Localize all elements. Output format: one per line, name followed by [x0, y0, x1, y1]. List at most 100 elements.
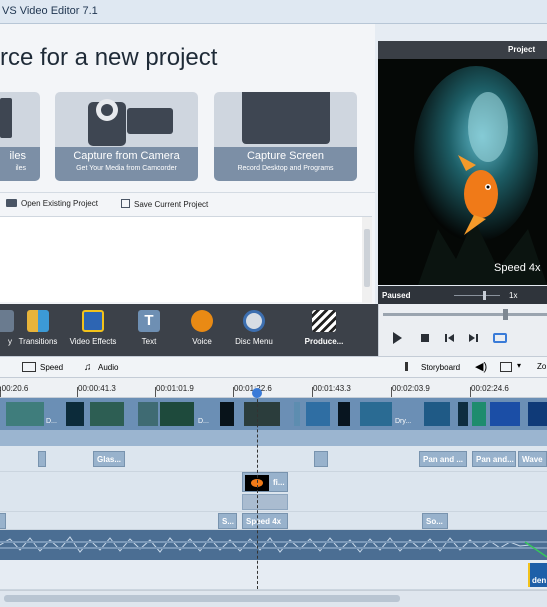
storyboard-button[interactable]: Storyboard	[405, 362, 460, 372]
toolbar-video-effects[interactable]: Video Effects	[68, 310, 118, 346]
overlay-clip-bar[interactable]	[242, 494, 288, 510]
toolbar-text[interactable]: T Text	[132, 310, 166, 346]
open-project-label: Open Existing Project	[21, 199, 98, 208]
playback-status: Paused	[382, 291, 411, 300]
toolbar-produce[interactable]: Produce...	[298, 310, 350, 346]
video-clip-thumb[interactable]	[472, 402, 486, 426]
save-icon	[121, 199, 130, 208]
transition-clip[interactable]	[38, 451, 46, 467]
video-clip-thumb[interactable]	[528, 402, 547, 426]
video-clip-thumb[interactable]	[294, 402, 300, 426]
play-icon[interactable]	[393, 332, 402, 344]
recent-projects-list[interactable]	[0, 216, 372, 302]
toolbar-label: Voice	[192, 337, 212, 346]
add-files-tile[interactable]: iles iles	[0, 92, 40, 181]
toolbar-label: y	[8, 337, 12, 346]
timeline-ruler[interactable]: 0:00:20.6 00:00:41.3 00:01:01.9 00:01:22…	[0, 378, 547, 398]
video-clip-thumb[interactable]	[160, 402, 194, 426]
stop-icon[interactable]	[421, 334, 429, 342]
video-clip-thumb[interactable]	[490, 402, 520, 426]
tile-title: Capture from Camera	[73, 150, 180, 162]
overlay-track[interactable]: fi...	[0, 472, 547, 512]
video-clip-thumb[interactable]	[306, 402, 330, 426]
window-title: VS Video Editor 7.1	[2, 5, 98, 17]
tile-title: Capture Screen	[246, 150, 325, 162]
toolbar-label: Produce...	[304, 337, 344, 346]
monitor-dropdown[interactable]	[500, 362, 512, 372]
storyboard-icon	[405, 362, 417, 371]
music-clip[interactable]: den	[528, 563, 547, 587]
video-clip-thumb[interactable]	[458, 402, 468, 426]
text-clip-label: Speed 4x	[246, 517, 282, 526]
speed-slider-handle[interactable]	[483, 291, 486, 300]
preview-status-bar: Paused 1x	[378, 286, 547, 304]
transition-clip[interactable]: Pan and ...	[419, 451, 467, 467]
text-clip[interactable]: Speed 4x	[242, 513, 288, 529]
toolbar-label: Transitions	[18, 337, 58, 346]
video-clip-thumb[interactable]	[360, 402, 392, 426]
capture-camera-tile[interactable]: Capture from Camera Get Your Media from …	[55, 92, 198, 181]
player-controls	[378, 304, 547, 356]
video-track[interactable]: D... D... Dry...	[0, 398, 547, 430]
toolbar-label: Disc Menu	[235, 337, 273, 346]
storyboard-label: Storyboard	[421, 363, 461, 372]
start-headline: rce for a new project	[0, 44, 218, 71]
video-clip-thumb[interactable]	[6, 402, 44, 426]
zoom-label[interactable]: Zo	[537, 362, 546, 371]
transition-clip[interactable]: Pan and...	[472, 451, 516, 467]
ruler-tick-label: 00:00:41.3	[78, 384, 116, 393]
video-clip-thumb[interactable]	[220, 402, 234, 426]
text-track[interactable]: S... Speed 4x So...	[0, 512, 547, 530]
video-clip-thumb[interactable]	[338, 402, 350, 426]
music-track[interactable]: den	[0, 560, 547, 590]
title-bar: VS Video Editor 7.1	[0, 0, 547, 24]
chevron-down-icon[interactable]: ▾	[517, 361, 521, 370]
video-clip-thumb[interactable]	[138, 402, 158, 426]
text-clip[interactable]: So...	[422, 513, 448, 529]
transition-clip[interactable]	[314, 451, 328, 467]
ruler-tick-label: 00:02:24.6	[471, 384, 509, 393]
toolbar-effects[interactable]: y	[0, 310, 14, 346]
speed-button[interactable]: Speed	[22, 362, 63, 372]
files-icon	[0, 98, 12, 138]
save-project-link[interactable]: Save Current Project	[121, 199, 208, 209]
video-clip-thumb[interactable]	[66, 402, 84, 426]
open-project-link[interactable]: Open Existing Project	[6, 199, 98, 208]
video-effects-icon	[82, 310, 104, 332]
speed-label: Speed	[40, 363, 64, 372]
volume-icon[interactable]: ◀)	[475, 360, 487, 373]
audio-button[interactable]: ♫ Audio	[84, 362, 118, 373]
preview-header: Project	[378, 41, 547, 59]
video-clip-label: D...	[198, 418, 209, 425]
video-clip-thumb[interactable]	[244, 402, 280, 426]
tile-subtitle: iles	[15, 165, 26, 172]
music-clip-label: den	[532, 576, 547, 585]
next-frame-icon[interactable]	[469, 334, 478, 342]
transition-clip[interactable]: Glas...	[93, 451, 125, 467]
timeline-controls: Speed ♫ Audio Storyboard ◀) ▾ Zo	[0, 356, 547, 378]
audio-track[interactable]	[0, 530, 547, 560]
video-clip-thumb[interactable]	[424, 402, 450, 426]
toolbar-voice[interactable]: Voice	[185, 310, 219, 346]
toolbar-transitions[interactable]: Transitions	[14, 310, 62, 346]
video-effects-track[interactable]	[0, 430, 547, 446]
fullscreen-icon[interactable]	[493, 333, 507, 343]
timeline-scrollbar[interactable]	[0, 590, 547, 607]
prev-frame-icon[interactable]	[445, 334, 454, 342]
capture-screen-tile[interactable]: Capture Screen Record Desktop and Progra…	[214, 92, 357, 181]
text-clip[interactable]: S...	[218, 513, 237, 529]
transitions-track[interactable]: Glas... Pan and ... Pan and... Wave	[0, 446, 547, 472]
toolbar-disc-menu[interactable]: Disc Menu	[232, 310, 276, 346]
playhead-handle[interactable]	[252, 388, 262, 398]
preview-overlay-text: Speed 4x	[494, 262, 541, 274]
recent-scrollbar[interactable]	[362, 217, 372, 303]
video-clip-thumb[interactable]	[90, 402, 124, 426]
text-clip[interactable]	[0, 513, 6, 529]
speed-slider[interactable]	[454, 295, 500, 296]
seek-bar[interactable]	[383, 313, 547, 316]
overlay-clip[interactable]: fi...	[242, 472, 288, 492]
seek-handle[interactable]	[503, 309, 508, 320]
transition-clip[interactable]: Wave	[518, 451, 547, 467]
text-clip-label: So...	[426, 517, 443, 526]
playhead-line[interactable]	[257, 389, 258, 589]
